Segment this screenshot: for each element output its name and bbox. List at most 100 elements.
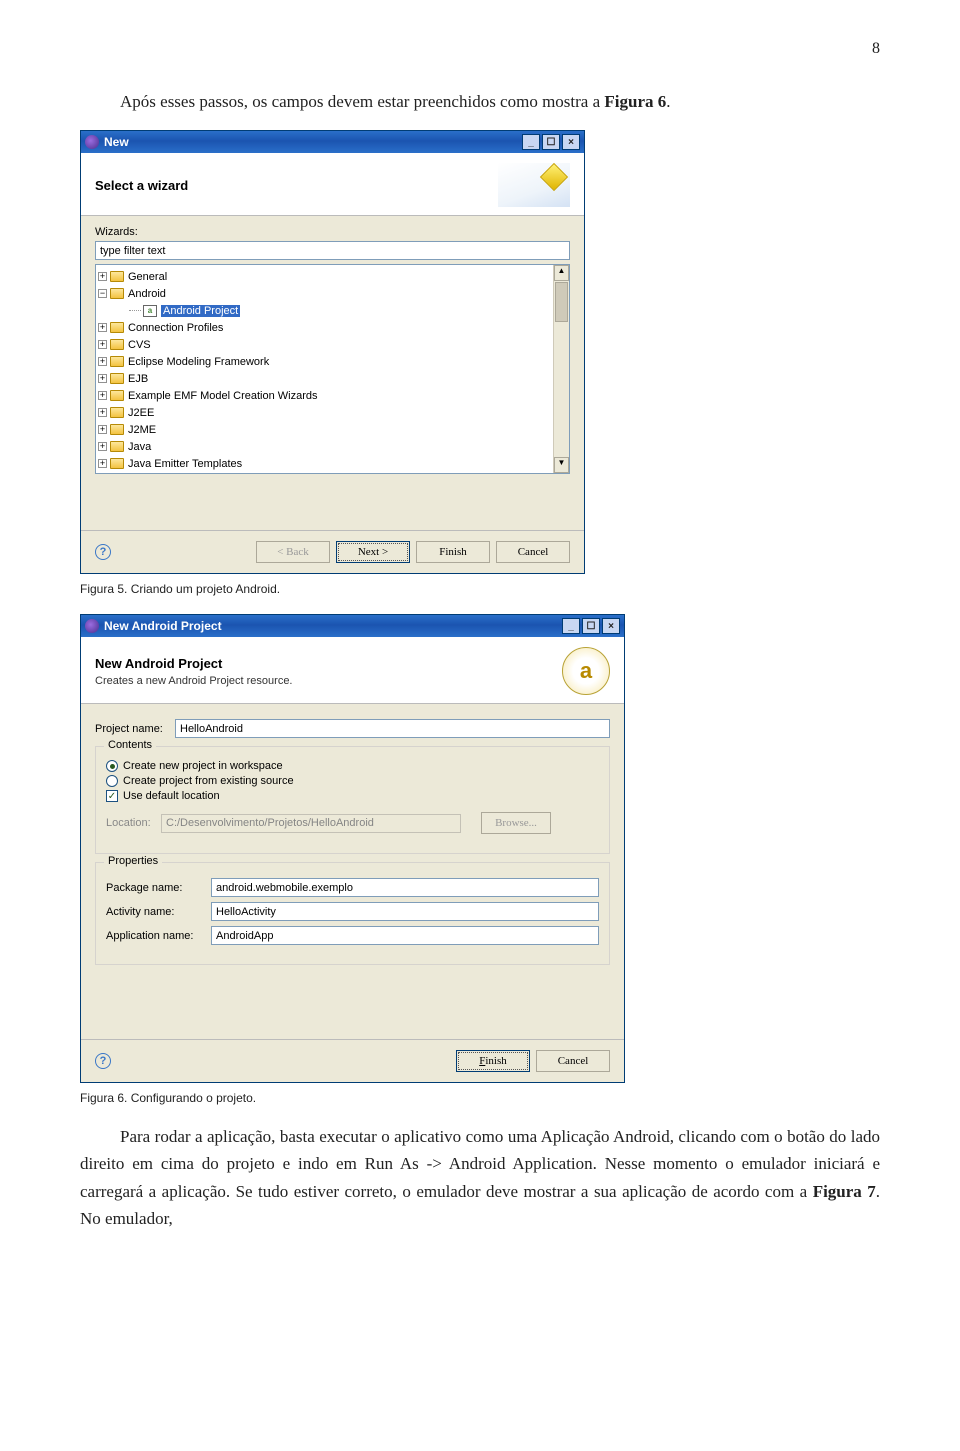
tree-item[interactable]: + CVS <box>98 336 567 353</box>
minimize-icon[interactable]: _ <box>562 618 580 634</box>
cancel-button[interactable]: Cancel <box>496 541 570 563</box>
tree-item-label: Connection Profiles <box>128 322 223 334</box>
package-name-label: Package name: <box>106 882 211 894</box>
folder-icon <box>110 339 124 350</box>
dialog1-header: Select a wizard <box>81 153 584 216</box>
expand-icon[interactable]: + <box>98 374 107 383</box>
para2-1: Para rodar a aplicação, basta executar o… <box>80 1127 880 1200</box>
radio-new-label: Create new project in workspace <box>123 760 283 772</box>
application-name-input[interactable] <box>211 926 599 945</box>
tree-scrollbar[interactable]: ▲ ▼ <box>553 265 569 473</box>
scroll-down-icon[interactable]: ▼ <box>554 457 569 473</box>
tree-item[interactable]: + Java Emitter Templates <box>98 455 567 472</box>
folder-icon <box>110 373 124 384</box>
tree-item[interactable]: − Android <box>98 285 567 302</box>
location-input <box>161 814 461 833</box>
tree-item[interactable]: + J2ME <box>98 421 567 438</box>
dialog-new-android-project: New Android Project _ ☐ × New Android Pr… <box>80 614 625 1083</box>
tree-item[interactable]: +Java <box>98 438 567 455</box>
expand-icon[interactable]: + <box>98 425 107 434</box>
tree-item-label: Java Emitter Templates <box>128 458 242 470</box>
checkbox-checked-icon: ✓ <box>106 790 118 802</box>
finish-button[interactable]: Finish <box>456 1050 530 1072</box>
tree-item[interactable]: + Example EMF Model Creation Wizards <box>98 387 567 404</box>
maximize-icon[interactable]: ☐ <box>542 134 560 150</box>
application-name-label: Application name: <box>106 930 211 942</box>
radio-existing-label: Create project from existing source <box>123 775 294 787</box>
checkbox-use-default[interactable]: ✓ Use default location <box>106 790 599 802</box>
project-name-label: Project name: <box>95 723 175 735</box>
scroll-thumb[interactable] <box>555 282 568 322</box>
tree-item-label: EJB <box>128 373 148 385</box>
folder-icon <box>110 288 124 299</box>
maximize-icon[interactable]: ☐ <box>582 618 600 634</box>
tree-item[interactable]: +JavaServer Faces <box>98 472 567 474</box>
tree-item[interactable]: + EJB <box>98 370 567 387</box>
expand-icon[interactable]: + <box>98 442 107 451</box>
expand-icon[interactable]: + <box>98 340 107 349</box>
dialog2-header-sub: Creates a new Android Project resource. <box>95 675 293 687</box>
folder-icon <box>110 441 124 452</box>
dialog-new-wizard: New _ ☐ × Select a wizard Wizards: + Gene… <box>80 130 585 574</box>
package-name-input[interactable] <box>211 878 599 897</box>
folder-icon <box>110 407 124 418</box>
scroll-up-icon[interactable]: ▲ <box>554 265 569 281</box>
intro-text-2: Figura 6 <box>604 92 666 111</box>
dialog1-footer: ? < Back Next > Finish Cancel <box>81 531 584 573</box>
finish-button[interactable]: Finish <box>416 541 490 563</box>
folder-icon <box>110 322 124 333</box>
expand-icon[interactable]: − <box>98 289 107 298</box>
folder-icon <box>110 356 124 367</box>
tree-item[interactable]: aAndroid Project <box>98 302 567 319</box>
intro-paragraph: Após esses passos, os campos devem estar… <box>80 88 880 115</box>
back-button: < Back <box>256 541 330 563</box>
radio-create-new[interactable]: Create new project in workspace <box>106 760 599 772</box>
expand-icon[interactable]: + <box>98 459 107 468</box>
tree-item[interactable]: +Eclipse Modeling Framework <box>98 353 567 370</box>
activity-name-input[interactable] <box>211 902 599 921</box>
tree-item-label: General <box>128 271 167 283</box>
page-number: 8 <box>80 40 880 58</box>
wizard-filter-input[interactable] <box>95 241 570 260</box>
dialog2-header: New Android Project Creates a new Androi… <box>81 637 624 704</box>
properties-legend: Properties <box>104 855 162 867</box>
minimize-icon[interactable]: _ <box>522 134 540 150</box>
tree-item-label: CVS <box>128 339 151 351</box>
android-stamp-icon: a <box>562 647 610 695</box>
wizards-label: Wizards: <box>95 226 570 238</box>
radio-on-icon <box>106 760 118 772</box>
tree-item[interactable]: + J2EE <box>98 404 567 421</box>
eclipse-icon <box>85 619 99 633</box>
expand-icon[interactable]: + <box>98 391 107 400</box>
cancel-button[interactable]: Cancel <box>536 1050 610 1072</box>
folder-icon <box>110 271 124 282</box>
radio-create-existing[interactable]: Create project from existing source <box>106 775 599 787</box>
activity-name-label: Activity name: <box>106 906 211 918</box>
next-button[interactable]: Next > <box>336 541 410 563</box>
expand-icon[interactable]: + <box>98 408 107 417</box>
tree-item-label: Android <box>128 288 166 300</box>
location-label: Location: <box>106 817 161 829</box>
tree-item-label: Example EMF Model Creation Wizards <box>128 390 318 402</box>
titlebar-new: New _ ☐ × <box>81 131 584 153</box>
tree-item[interactable]: + General <box>98 268 567 285</box>
help-icon[interactable]: ? <box>95 1053 111 1069</box>
tree-item-label: J2EE <box>128 407 154 419</box>
intro-text-1: Após esses passos, os campos devem estar… <box>120 92 604 111</box>
eclipse-icon <box>85 135 99 149</box>
close-icon[interactable]: × <box>562 134 580 150</box>
wizard-tree[interactable]: + General − Android aAndroid Project + Connect… <box>95 264 570 474</box>
dialog2-footer: ? Finish Cancel <box>81 1040 624 1082</box>
folder-icon <box>110 390 124 401</box>
tree-item[interactable]: + Connection Profiles <box>98 319 567 336</box>
close-icon[interactable]: × <box>602 618 620 634</box>
expand-icon[interactable]: + <box>98 323 107 332</box>
dialog1-header-title: Select a wizard <box>95 178 188 193</box>
expand-icon[interactable]: + <box>98 357 107 366</box>
project-name-input[interactable] <box>175 719 610 738</box>
expand-icon[interactable]: + <box>98 272 107 281</box>
properties-group: Properties Package name: Activity name: … <box>95 862 610 965</box>
dialog2-title: New Android Project <box>104 619 222 633</box>
tree-item-label: J2ME <box>128 424 156 436</box>
help-icon[interactable]: ? <box>95 544 111 560</box>
